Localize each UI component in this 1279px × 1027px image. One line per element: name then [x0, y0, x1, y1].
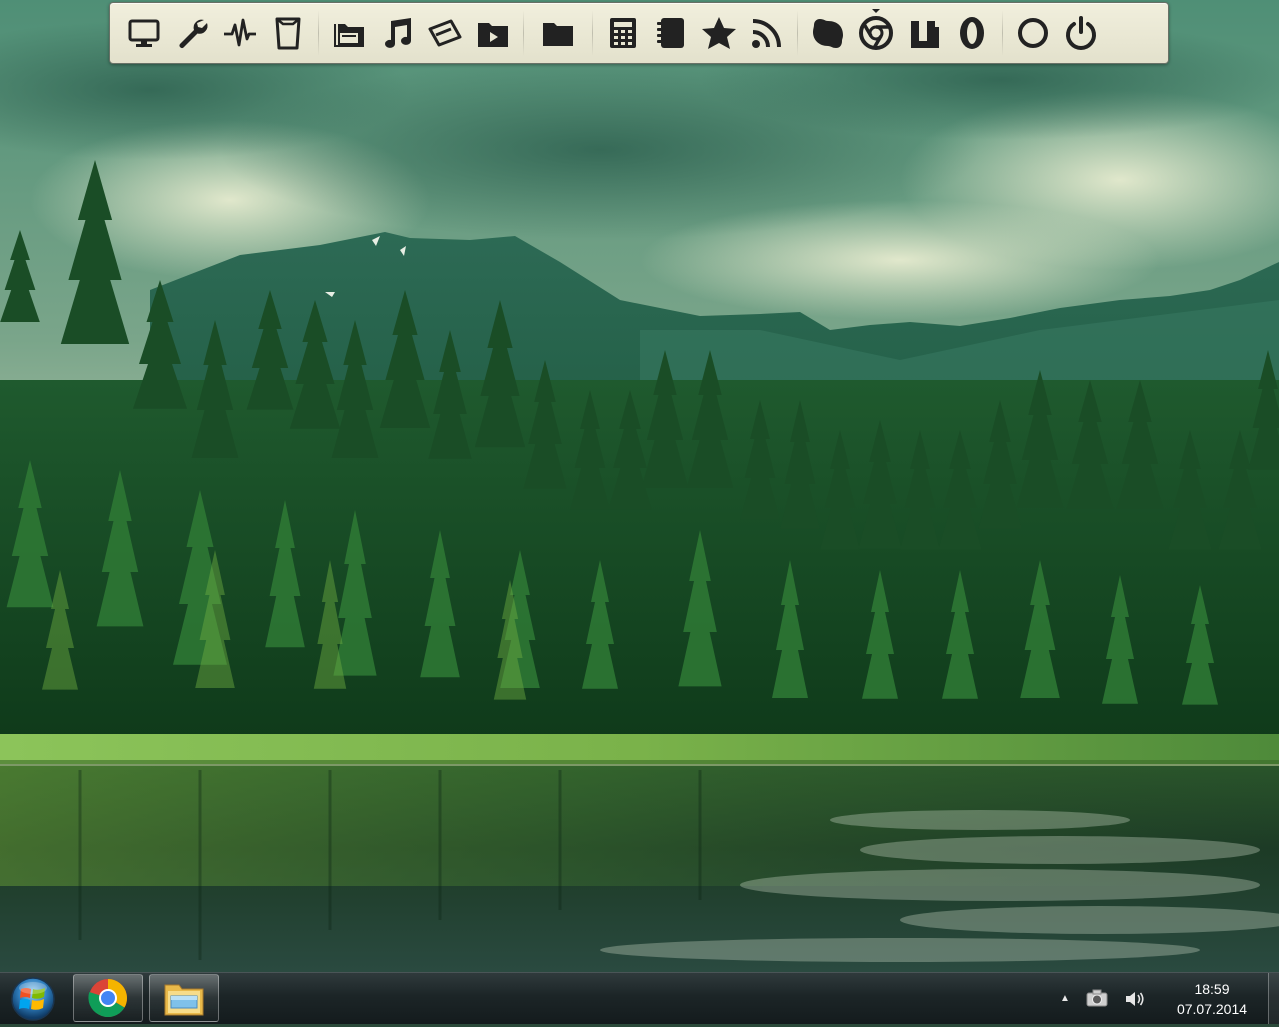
- tray-volume[interactable]: [1123, 988, 1147, 1010]
- dock-item-pictures[interactable]: [421, 9, 469, 57]
- dock-separator: [1002, 10, 1003, 56]
- chevron-up-icon: ▲: [1060, 992, 1070, 1004]
- clock-date: 07.07.2014: [1176, 1001, 1248, 1017]
- explorer-taskbar-icon: [164, 984, 204, 1016]
- calculator-icon: [610, 18, 636, 48]
- music-icon: [385, 18, 411, 48]
- monitor-icon: [128, 19, 160, 47]
- dock-separator: [797, 10, 798, 56]
- camera-icon: [1086, 989, 1108, 1007]
- power-icon: [1066, 16, 1096, 50]
- dock-group-session: [1009, 3, 1105, 63]
- dock-group-folders: [530, 3, 586, 63]
- running-indicator: [872, 9, 880, 13]
- show-desktop-button[interactable]: [1268, 973, 1279, 1024]
- folder-icon: [543, 23, 573, 46]
- wrench-icon: [179, 19, 208, 48]
- rss-icon: [752, 19, 781, 48]
- start-button[interactable]: [8, 976, 58, 1022]
- skype-icon: [813, 19, 843, 48]
- dock-item-calculator[interactable]: [599, 9, 647, 57]
- dock-item-power[interactable]: [1057, 9, 1105, 57]
- dock-group-libraries: [325, 3, 517, 63]
- clock-time: 18:59: [1194, 981, 1230, 997]
- dock-item-favorites[interactable]: [695, 9, 743, 57]
- star-icon: [702, 17, 736, 49]
- dock-item-music[interactable]: [373, 9, 421, 57]
- opera-icon: [960, 17, 984, 49]
- dock-item-skype[interactable]: [804, 9, 852, 57]
- dock-item-chrome[interactable]: [852, 9, 900, 57]
- drive-icon: [334, 23, 364, 47]
- tray-camera[interactable]: [1085, 987, 1109, 1009]
- desktop-wallpaper: [0, 0, 1279, 972]
- dock-item-folder[interactable]: [530, 9, 586, 57]
- speaker-icon: [1126, 992, 1144, 1006]
- trash-icon: [275, 17, 301, 50]
- dock-item-record[interactable]: [1009, 9, 1057, 57]
- dock-item-settings[interactable]: [168, 9, 216, 57]
- show-hidden-icons-button[interactable]: ▲: [1057, 989, 1073, 1007]
- dock-item-notebook[interactable]: [647, 9, 695, 57]
- dock-item-feeds[interactable]: [743, 9, 791, 57]
- chrome-taskbar-icon: [88, 979, 127, 1018]
- dock-separator: [523, 10, 524, 56]
- dock-group-apps: [804, 3, 996, 63]
- dock-item-videos[interactable]: [469, 9, 517, 57]
- dock-group-tools: [599, 3, 791, 63]
- windows-logo-icon: [11, 977, 55, 1021]
- pictures-icon: [428, 19, 462, 47]
- dock-item-monitor[interactable]: [216, 9, 264, 57]
- dock-item-utorrent[interactable]: [900, 9, 948, 57]
- dock-item-drive[interactable]: [325, 9, 373, 57]
- dock-separator: [592, 10, 593, 56]
- videos-folder-icon: [478, 23, 508, 47]
- dock-group-system: [120, 3, 312, 63]
- taskbar-button-explorer[interactable]: [149, 974, 219, 1022]
- utorrent-icon: [911, 21, 939, 48]
- dock-item-opera[interactable]: [948, 9, 996, 57]
- notebook-icon: [657, 18, 684, 48]
- dock-item-computer[interactable]: [120, 9, 168, 57]
- chrome-icon: [859, 16, 893, 50]
- taskbar-button-chrome[interactable]: [73, 974, 143, 1022]
- dock-separator: [318, 10, 319, 56]
- dock-item-trash[interactable]: [264, 9, 312, 57]
- record-icon: [1018, 18, 1048, 48]
- launcher-dock: [109, 2, 1169, 64]
- taskbar: ▲ 18:59 07.07.2014: [0, 972, 1279, 1024]
- pulse-icon: [224, 18, 256, 47]
- clock[interactable]: 18:59 07.07.2014: [1152, 979, 1272, 1019]
